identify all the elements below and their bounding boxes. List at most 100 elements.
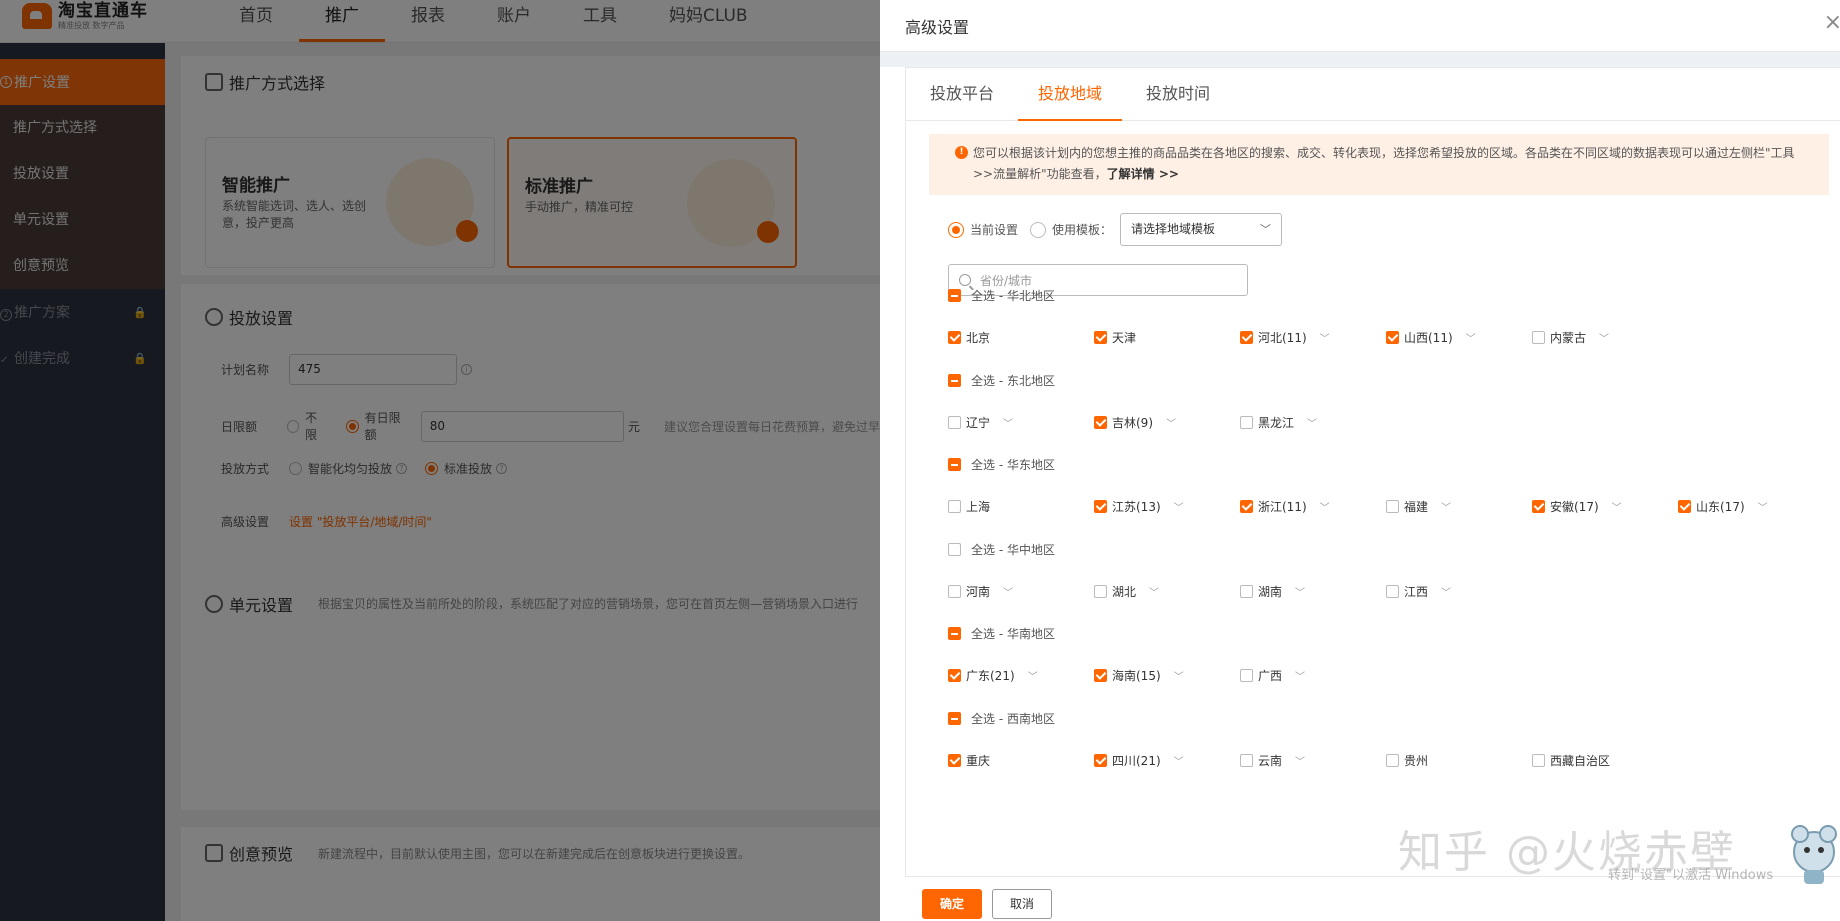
province-item[interactable]: 北京 (948, 328, 1094, 346)
province-checkbox[interactable] (1240, 753, 1253, 767)
province-checkbox[interactable] (948, 499, 961, 513)
chevron-down-icon[interactable]: ﹀ (1320, 499, 1330, 514)
chevron-down-icon[interactable]: ﹀ (1599, 330, 1609, 345)
chevron-down-icon[interactable]: ﹀ (1758, 499, 1768, 514)
chevron-down-icon[interactable]: ﹀ (1003, 415, 1013, 430)
use-template-radio[interactable]: 使用模板： (1030, 221, 1112, 238)
province-checkbox[interactable] (948, 415, 961, 429)
region-select-all[interactable]: 全选 - 西南地区 (948, 709, 1678, 727)
region-select-all[interactable]: 全选 - 东北地区 (948, 371, 1386, 389)
chevron-down-icon[interactable]: ﹀ (1028, 668, 1038, 683)
chevron-down-icon[interactable]: ﹀ (1295, 584, 1305, 599)
province-item[interactable]: 湖南 ﹀ (1240, 582, 1386, 600)
province-item[interactable]: 河南 ﹀ (948, 582, 1094, 600)
select-all-checkbox[interactable] (948, 288, 961, 302)
province-checkbox[interactable] (1094, 584, 1107, 598)
province-item[interactable]: 湖北 ﹀ (1094, 582, 1240, 600)
province-checkbox[interactable] (1240, 584, 1253, 598)
province-checkbox[interactable] (1094, 668, 1107, 682)
province-item[interactable]: 重庆 (948, 751, 1094, 769)
province-checkbox[interactable] (948, 584, 961, 598)
province-item[interactable]: 江西 ﹀ (1386, 582, 1532, 600)
chevron-down-icon[interactable]: ﹀ (1166, 415, 1176, 430)
province-label: 内蒙古 (1550, 330, 1587, 345)
select-all-checkbox[interactable] (948, 711, 961, 725)
province-checkbox[interactable] (1386, 584, 1399, 598)
province-checkbox[interactable] (1678, 499, 1691, 513)
region-group: 全选 - 西南地区 重庆 四川(21) ﹀ 云南 ﹀ 贵州 西藏自治区 (948, 709, 1678, 769)
tab-region[interactable]: 投放地域 (1018, 68, 1123, 121)
region-select-all[interactable]: 全选 - 华南地区 (948, 624, 1386, 642)
province-checkbox[interactable] (948, 753, 961, 767)
province-item[interactable]: 上海 (948, 497, 1094, 515)
province-item[interactable]: 海南(15) ﹀ (1094, 666, 1240, 684)
province-checkbox[interactable] (1240, 415, 1253, 429)
province-item[interactable]: 云南 ﹀ (1240, 751, 1386, 769)
province-item[interactable]: 安徽(17) ﹀ (1532, 497, 1678, 515)
province-checkbox[interactable] (1094, 415, 1107, 429)
province-item[interactable]: 广西 ﹀ (1240, 666, 1386, 684)
province-checkbox[interactable] (1532, 330, 1545, 344)
chevron-down-icon[interactable]: ﹀ (1174, 499, 1184, 514)
tab-platform[interactable]: 投放平台 (910, 68, 1014, 120)
select-all-checkbox[interactable] (948, 373, 961, 387)
province-item[interactable]: 山东(17) ﹀ (1678, 497, 1824, 515)
province-item[interactable]: 内蒙古 ﹀ (1532, 328, 1678, 346)
learn-more-link[interactable]: 了解详情 >> (1107, 167, 1179, 181)
current-setting-radio[interactable]: 当前设置 (948, 221, 1018, 238)
chevron-down-icon[interactable]: ﹀ (1003, 584, 1013, 599)
province-item[interactable]: 山西(11) ﹀ (1386, 328, 1532, 346)
region-select-all[interactable]: 全选 - 华北地区 (948, 286, 1678, 304)
province-checkbox[interactable] (1386, 753, 1399, 767)
chevron-down-icon[interactable]: ﹀ (1174, 753, 1184, 768)
tab-time[interactable]: 投放时间 (1126, 68, 1230, 120)
province-label: 山东(17) (1696, 499, 1745, 514)
province-item[interactable]: 辽宁 ﹀ (948, 413, 1094, 431)
select-all-checkbox[interactable] (948, 626, 961, 640)
close-icon[interactable]: × (1824, 10, 1840, 35)
province-item[interactable]: 吉林(9) ﹀ (1094, 413, 1240, 431)
chevron-down-icon[interactable]: ﹀ (1149, 584, 1159, 599)
province-checkbox[interactable] (1094, 753, 1107, 767)
province-checkbox[interactable] (1094, 330, 1107, 344)
province-item[interactable]: 浙江(11) ﹀ (1240, 497, 1386, 515)
select-all-checkbox[interactable] (948, 542, 961, 556)
chevron-down-icon[interactable]: ﹀ (1320, 330, 1330, 345)
province-checkbox[interactable] (1240, 330, 1253, 344)
province-item[interactable]: 广东(21) ﹀ (948, 666, 1094, 684)
province-checkbox[interactable] (1532, 753, 1545, 767)
select-all-checkbox[interactable] (948, 457, 961, 471)
chevron-down-icon[interactable]: ﹀ (1441, 499, 1451, 514)
province-item[interactable]: 四川(21) ﹀ (1094, 751, 1240, 769)
province-label: 福建 (1404, 499, 1429, 514)
province-checkbox[interactable] (948, 330, 961, 344)
chevron-down-icon[interactable]: ﹀ (1612, 499, 1622, 514)
cancel-button[interactable]: 取消 (992, 889, 1052, 919)
region-template-select[interactable]: 请选择地域模板 ﹀ (1120, 213, 1283, 246)
province-item[interactable]: 江苏(13) ﹀ (1094, 497, 1240, 515)
province-checkbox[interactable] (1532, 499, 1545, 513)
province-checkbox[interactable] (948, 668, 961, 682)
confirm-button[interactable]: 确定 (922, 889, 982, 919)
province-checkbox[interactable] (1386, 330, 1399, 344)
province-item[interactable]: 天津 (1094, 328, 1240, 346)
chevron-down-icon[interactable]: ﹀ (1295, 753, 1305, 768)
province-checkbox[interactable] (1386, 499, 1399, 513)
province-checkbox[interactable] (1094, 499, 1107, 513)
province-item[interactable]: 河北(11) ﹀ (1240, 328, 1386, 346)
province-item[interactable]: 西藏自治区 (1532, 751, 1678, 769)
region-select-all[interactable]: 全选 - 华东地区 (948, 455, 1824, 473)
chevron-down-icon[interactable]: ﹀ (1307, 415, 1317, 430)
chevron-down-icon[interactable]: ﹀ (1441, 584, 1451, 599)
province-item[interactable]: 贵州 (1386, 751, 1532, 769)
province-checkbox[interactable] (1240, 668, 1253, 682)
province-checkbox[interactable] (1240, 499, 1253, 513)
province-item[interactable]: 黑龙江 ﹀ (1240, 413, 1386, 431)
region-select-all[interactable]: 全选 - 华中地区 (948, 540, 1532, 558)
chevron-down-icon[interactable]: ﹀ (1466, 330, 1476, 345)
chevron-down-icon[interactable]: ﹀ (1295, 668, 1305, 683)
province-item[interactable]: 福建 ﹀ (1386, 497, 1532, 515)
modal-mask[interactable] (0, 0, 880, 921)
region-group: 全选 - 华中地区 河南 ﹀ 湖北 ﹀ 湖南 ﹀ 江西 ﹀ (948, 540, 1532, 600)
chevron-down-icon[interactable]: ﹀ (1174, 668, 1184, 683)
